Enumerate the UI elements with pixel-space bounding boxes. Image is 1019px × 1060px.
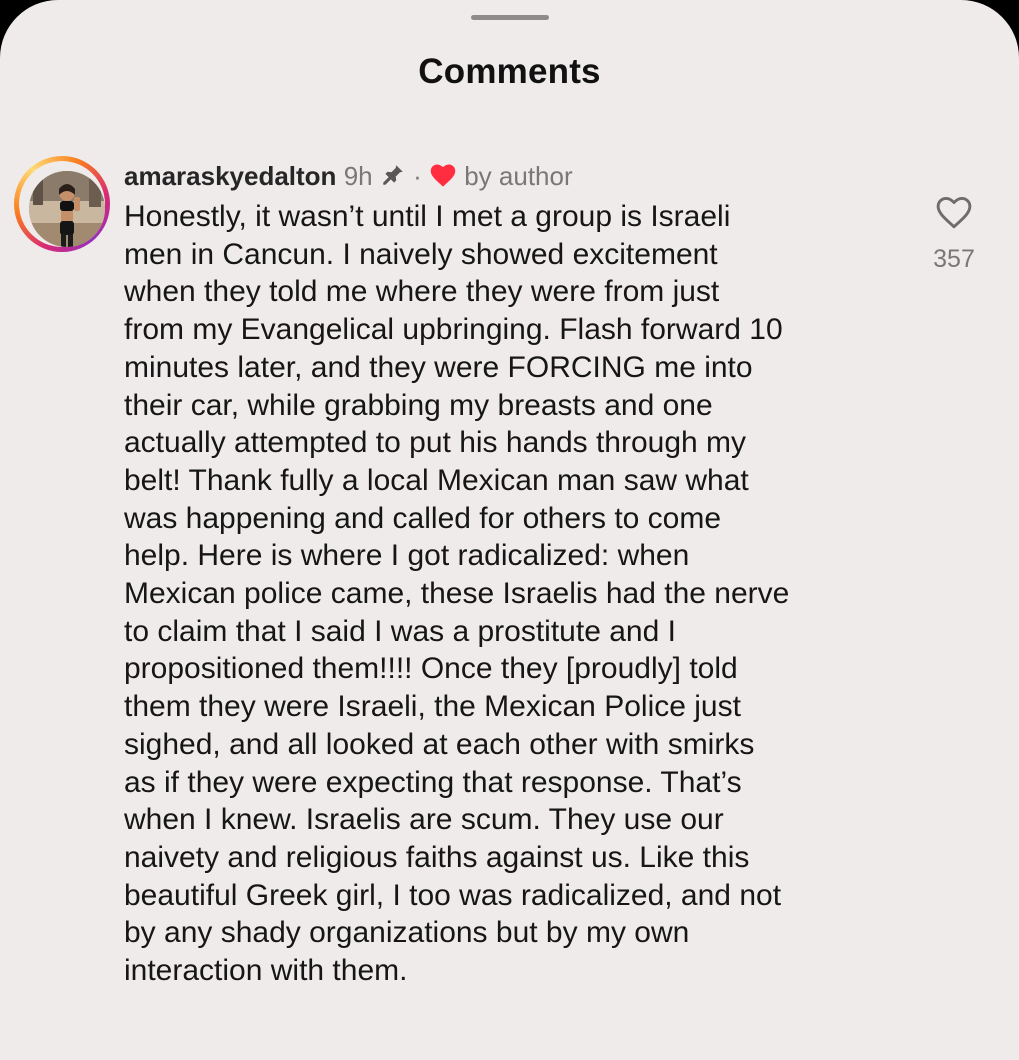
heart-outline-icon[interactable]	[934, 194, 974, 230]
comment: amaraskyedalton 9h · by author Honestly,…	[124, 158, 894, 990]
story-ring[interactable]	[14, 156, 110, 252]
avatar[interactable]	[29, 171, 105, 247]
comments-sheet: Comments amaraskyedalton 9h · by author …	[0, 0, 1019, 1060]
avatar-photo	[29, 171, 105, 247]
avatar-frame	[19, 161, 105, 247]
comment-meta: amaraskyedalton 9h · by author	[124, 158, 894, 194]
author-like-label: by author	[464, 161, 573, 191]
sheet-title: Comments	[418, 52, 601, 91]
comment-time: 9h	[343, 161, 373, 191]
heart-filled-icon	[430, 164, 456, 187]
meta-separator: ·	[413, 161, 422, 191]
comment-username[interactable]: amaraskyedalton	[124, 161, 336, 191]
comment-body: Honestly, it wasn’t until I met a group …	[124, 200, 790, 988]
like-count: 357	[933, 245, 975, 273]
drag-handle[interactable]	[471, 15, 549, 20]
like-column: 357	[921, 194, 987, 274]
pin-icon	[383, 165, 403, 185]
